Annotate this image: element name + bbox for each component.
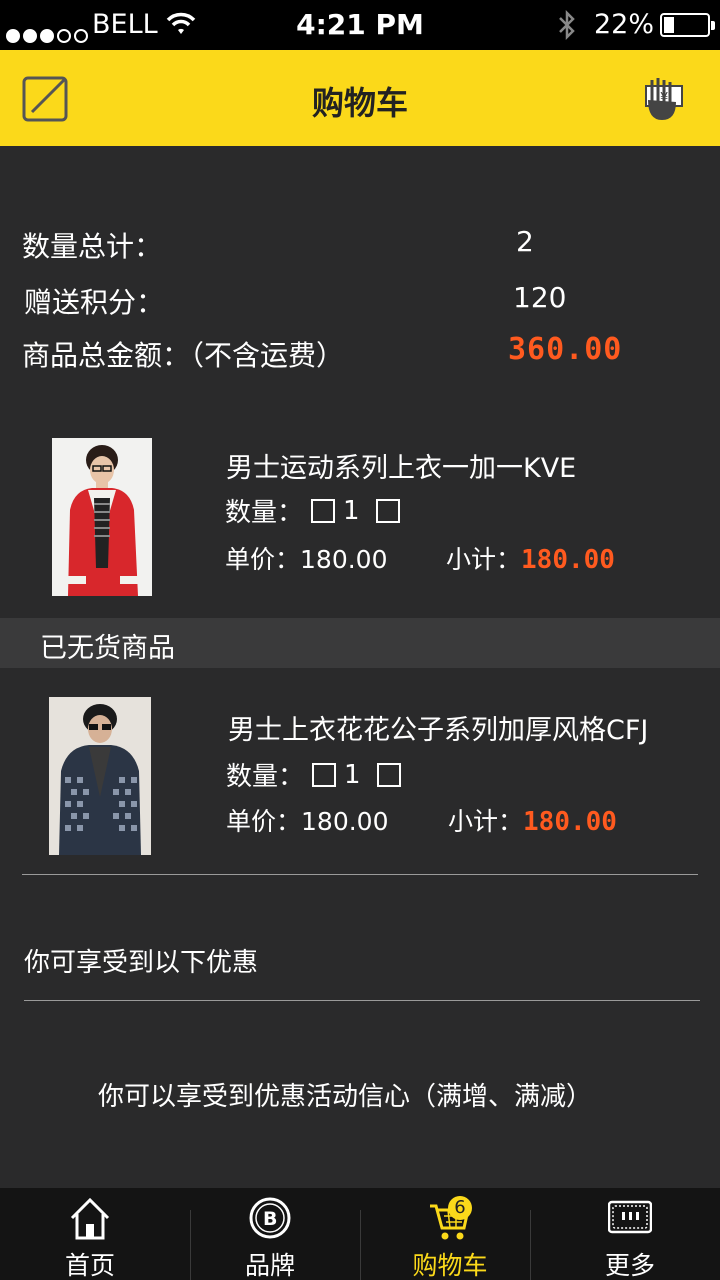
points-value: 120 (513, 281, 567, 314)
subtotal: 小计：180.00 (446, 540, 615, 576)
hand-yuan-icon: ¥ (645, 78, 683, 120)
out-of-stock-header: 已无货商品 (0, 618, 720, 668)
promotions-title: 你可享受到以下优惠 (24, 948, 259, 978)
battery-icon (660, 13, 715, 37)
more-icon (608, 1200, 652, 1234)
app-screen: BELL 4:21 PM 22% 购物车 数量总计： 2 赠送积分： 120 商… (0, 0, 720, 1280)
out-of-stock-label: 已无货商品 (40, 633, 175, 664)
subtotal-label: 小计： (446, 545, 522, 574)
svg-text:B: B (263, 1208, 277, 1230)
bluetooth-icon (556, 9, 578, 47)
bottom-tab-bar: 首页 B 品牌 6 购物车 更多 (0, 1188, 720, 1280)
checkout-button[interactable]: ¥ (638, 72, 688, 124)
tab-label: 购物车 (412, 1251, 488, 1280)
battery-percent: 22% (594, 9, 655, 40)
points-label: 赠送积分： (24, 286, 165, 319)
total-amount-value: 360.00 (508, 332, 623, 367)
unit-price: 单价：180.00 (225, 540, 388, 576)
promotions-description: 你可以享受到优惠活动信心（满增、满减） (97, 1082, 592, 1112)
tab-label: 更多 (604, 1251, 655, 1280)
product-name[interactable]: 男士上衣花花公子系列加厚风格CFJ (228, 708, 648, 747)
quantity-value: 1 (343, 495, 360, 526)
product-image[interactable] (49, 697, 151, 855)
product-name[interactable]: 男士运动系列上衣一加一KVE (226, 446, 576, 485)
tab-separator (530, 1210, 531, 1280)
tab-brand[interactable]: B 品牌 (180, 1188, 360, 1280)
tab-home[interactable]: 首页 (0, 1188, 180, 1280)
header-bar: 购物车 ¥ (0, 50, 720, 146)
product-image[interactable] (52, 438, 152, 596)
increase-quantity-button[interactable] (375, 498, 400, 523)
cart-item[interactable]: 男士运动系列上衣一加一KVE 数量： 1 单价：180.00 小计：180.00 (0, 430, 720, 610)
subtotal: 小计：180.00 (448, 802, 617, 838)
quantity-total-value: 2 (516, 225, 534, 258)
unit-price-label: 单价： (225, 545, 301, 574)
quantity-stepper: 数量： 1 (226, 756, 409, 793)
subtotal-label: 小计： (448, 807, 524, 836)
increase-quantity-button[interactable] (376, 762, 401, 787)
unit-price: 单价：180.00 (226, 802, 389, 838)
quantity-stepper: 数量： 1 (225, 492, 408, 529)
tab-label: 品牌 (244, 1251, 295, 1280)
brand-icon: B (249, 1197, 291, 1239)
quantity-value: 1 (344, 759, 361, 790)
unit-price-label: 单价： (226, 807, 302, 836)
total-amount-label: 商品总金额：（不含运费） (22, 339, 345, 372)
divider (22, 874, 698, 875)
unit-price-value: 180.00 (301, 807, 389, 836)
cart-item[interactable]: 男士上衣花花公子系列加厚风格CFJ 数量： 1 单价：180.00 小计：180… (0, 690, 720, 870)
home-icon (70, 1197, 110, 1240)
divider (24, 1000, 700, 1001)
tab-label: 首页 (64, 1251, 115, 1280)
tab-cart[interactable]: 6 购物车 (360, 1188, 540, 1280)
status-bar: BELL 4:21 PM 22% (0, 0, 720, 50)
decrease-quantity-button[interactable] (312, 762, 337, 787)
unit-price-value: 180.00 (300, 545, 388, 574)
quantity-total-label: 数量总计： (22, 230, 163, 263)
quantity-label: 数量： (225, 498, 304, 528)
subtotal-value: 180.00 (521, 545, 615, 575)
page-title: 购物车 (311, 84, 408, 122)
cart-count-badge: 6 (448, 1196, 472, 1220)
quantity-label: 数量： (226, 762, 305, 792)
subtotal-value: 180.00 (523, 807, 617, 837)
decrease-quantity-button[interactable] (311, 498, 336, 523)
tab-more[interactable]: 更多 (540, 1188, 720, 1280)
